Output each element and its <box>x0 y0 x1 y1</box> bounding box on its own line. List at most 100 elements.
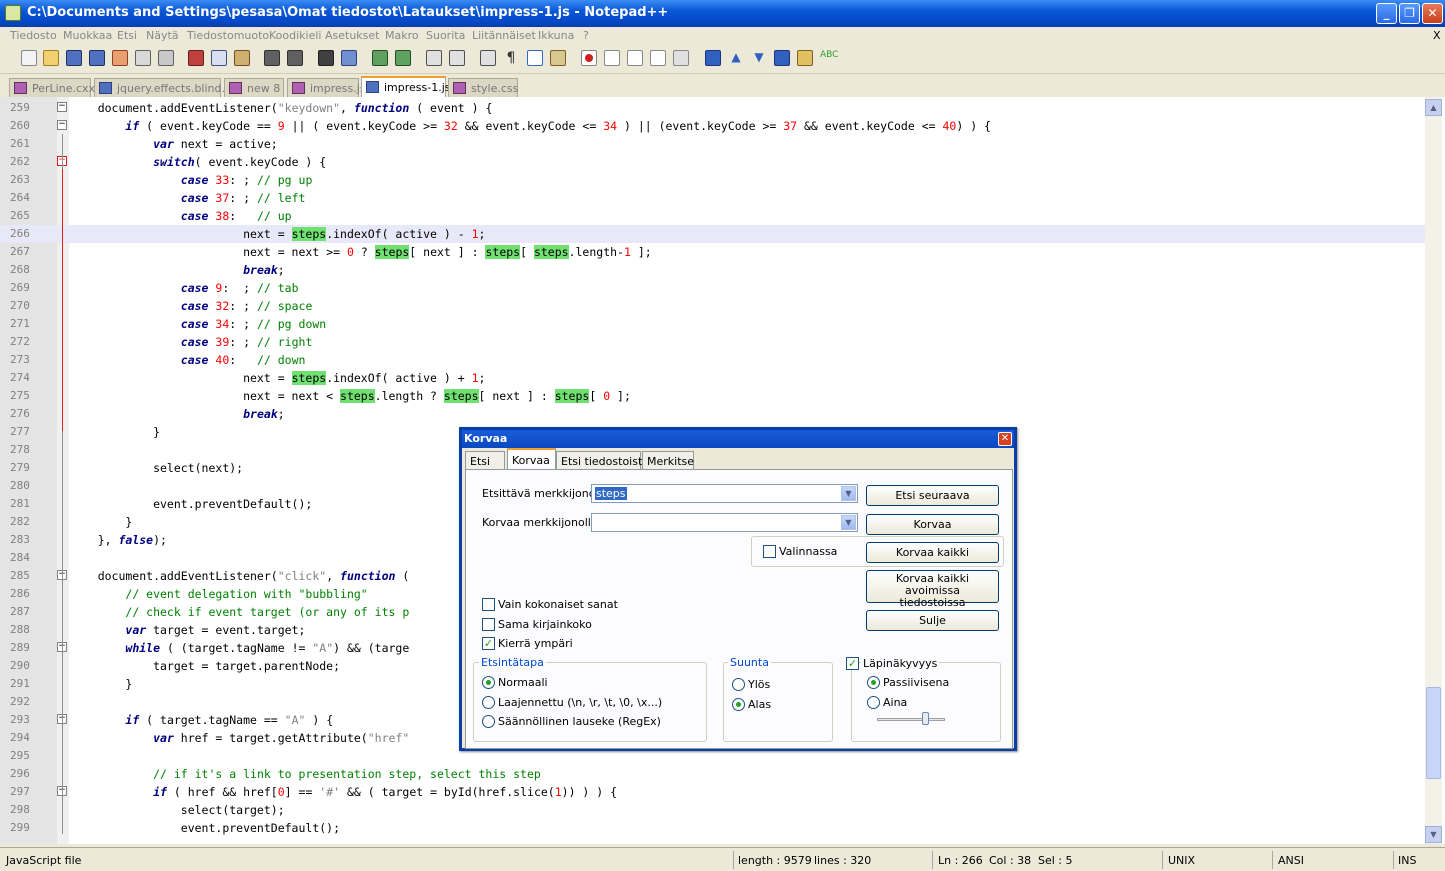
minimize-button[interactable]: _ <box>1376 3 1397 24</box>
cut-icon[interactable] <box>188 50 204 66</box>
code-line[interactable]: 272 case 39: ; // right <box>0 333 1425 351</box>
tab-new-8[interactable]: new 8 <box>224 78 284 97</box>
collapse-icon[interactable] <box>705 50 721 66</box>
replace-all-button[interactable]: Korvaa kaikki <box>866 542 999 563</box>
code-line[interactable]: 275 next = next < steps.length ? steps[ … <box>0 387 1425 405</box>
open-file-icon[interactable] <box>43 50 59 66</box>
print-icon[interactable] <box>158 50 174 66</box>
menu-search[interactable]: Etsi <box>117 29 137 42</box>
sync-vertical-icon[interactable] <box>426 50 442 66</box>
find-combobox[interactable]: steps ▼ <box>591 484 858 503</box>
transparency-checkbox[interactable]: ✓ <box>846 657 859 670</box>
menu-edit[interactable]: Muokkaa <box>63 29 112 42</box>
replace-icon[interactable] <box>341 50 357 66</box>
chevron-down-icon[interactable]: ▼ <box>841 486 856 501</box>
show-all-chars-icon[interactable]: ¶ <box>503 50 519 66</box>
code-line[interactable]: 265 case 38: // up <box>0 207 1425 225</box>
code-line[interactable]: 297− if ( href && href[0] == '#' && ( ta… <box>0 783 1425 801</box>
mode-regex-radio[interactable] <box>482 715 495 728</box>
code-line[interactable]: 274 next = steps.indexOf( active ) + 1; <box>0 369 1425 387</box>
menu-settings[interactable]: Asetukset <box>325 29 380 42</box>
in-selection-checkbox[interactable] <box>763 545 776 558</box>
code-line[interactable]: 271 case 34: ; // pg down <box>0 315 1425 333</box>
zoom-out-icon[interactable] <box>395 50 411 66</box>
code-line[interactable]: 273 case 40: // down <box>0 351 1425 369</box>
direction-down-radio[interactable] <box>732 698 745 711</box>
menu-help[interactable]: ? <box>583 29 589 42</box>
redo-icon[interactable] <box>287 50 303 66</box>
code-line[interactable]: 266 next = steps.indexOf( active ) - 1; <box>0 225 1425 243</box>
menu-format[interactable]: Tiedostomuoto <box>187 29 269 42</box>
transparency-slider-thumb[interactable] <box>922 712 929 725</box>
match-case-checkbox[interactable] <box>482 618 495 631</box>
menu-macro[interactable]: Makro <box>385 29 419 42</box>
transparency-slider-track[interactable] <box>877 718 945 721</box>
close-file-icon[interactable] <box>112 50 128 66</box>
find-next-button[interactable]: Etsi seuraava <box>866 485 999 506</box>
menu-run[interactable]: Suorita <box>426 29 465 42</box>
code-line[interactable]: 268 break; <box>0 261 1425 279</box>
save-all-icon[interactable] <box>89 50 105 66</box>
close-all-icon[interactable] <box>135 50 151 66</box>
code-line[interactable]: 259 − document.addEventListener("keydown"… <box>0 99 1425 117</box>
word-wrap-icon[interactable] <box>480 50 496 66</box>
menu-plugins[interactable]: Liitännäiset <box>472 29 536 42</box>
code-line[interactable]: 262− switch( event.keyCode ) { <box>0 153 1425 171</box>
code-line[interactable]: 264 case 37: ; // left <box>0 189 1425 207</box>
dialog-close-icon[interactable]: ✕ <box>998 432 1012 446</box>
close-button[interactable]: ✕ <box>1422 3 1443 24</box>
user-lang-icon[interactable] <box>550 50 566 66</box>
vertical-scrollbar[interactable]: ▲ ▼ <box>1425 97 1442 844</box>
code-line[interactable]: 260 − if ( event.keyCode == 9 || ( event.… <box>0 117 1425 135</box>
menu-window[interactable]: Ikkuna <box>538 29 574 42</box>
stop-macro-icon[interactable] <box>604 50 620 66</box>
copy-icon[interactable] <box>211 50 227 66</box>
tab-style-css[interactable]: style.css <box>448 78 518 97</box>
replace-button[interactable]: Korvaa <box>866 514 999 535</box>
find-icon[interactable] <box>318 50 334 66</box>
zoom-in-icon[interactable] <box>372 50 388 66</box>
scroll-thumb[interactable] <box>1426 687 1441 779</box>
sync-horizontal-icon[interactable] <box>449 50 465 66</box>
arrow-up-icon[interactable]: ▲ <box>728 50 744 66</box>
direction-up-radio[interactable] <box>732 678 745 691</box>
plugin-icon[interactable] <box>797 50 813 66</box>
code-line[interactable]: 270 case 32: ; // space <box>0 297 1425 315</box>
menu-file[interactable]: Tiedosto <box>10 29 57 42</box>
tab-jquery-effects-blind[interactable]: jquery.effects.blind.js <box>94 78 234 97</box>
save-icon[interactable] <box>66 50 82 66</box>
play-macro-icon[interactable] <box>627 50 643 66</box>
wrap-around-checkbox[interactable]: ✓ <box>482 637 495 650</box>
code-line[interactable]: 267 next = next >= 0 ? steps[ next ] : s… <box>0 243 1425 261</box>
code-line[interactable]: 296 // if it's a link to presentation st… <box>0 765 1425 783</box>
tab-replace[interactable]: Korvaa <box>507 448 556 470</box>
fold-toggle-icon[interactable]: − <box>57 120 67 130</box>
code-line[interactable]: 298 select(target); <box>0 801 1425 819</box>
menu-view[interactable]: Näytä <box>146 29 179 42</box>
paste-icon[interactable] <box>234 50 250 66</box>
tab-mark[interactable]: Merkitse <box>642 451 694 469</box>
tab-perline[interactable]: PerLine.cxx <box>9 78 95 97</box>
run-macro-multiple-icon[interactable] <box>650 50 666 66</box>
scroll-down-arrow[interactable]: ▼ <box>1425 826 1442 843</box>
close-dialog-button[interactable]: Sulje <box>866 610 999 631</box>
tab-impress[interactable]: impress.js <box>287 78 366 97</box>
undo-icon[interactable] <box>264 50 280 66</box>
tab-find[interactable]: Etsi <box>465 451 505 469</box>
code-line[interactable]: 299 event.preventDefault(); <box>0 819 1425 837</box>
menu-close-doc[interactable]: X <box>1433 29 1441 42</box>
dialog-title-bar[interactable]: Korvaa <box>462 430 1014 448</box>
scroll-up-arrow[interactable]: ▲ <box>1425 99 1442 116</box>
tab-find-in-files[interactable]: Etsi tiedostoista <box>556 451 649 469</box>
code-line[interactable]: 276 break; <box>0 405 1425 423</box>
transparency-inactive-radio[interactable] <box>867 676 880 689</box>
expand-icon[interactable] <box>774 50 790 66</box>
menu-language[interactable]: Koodikieli <box>269 29 321 42</box>
replace-combobox[interactable]: ▼ <box>591 513 858 532</box>
code-line[interactable]: 269 case 9: ; // tab <box>0 279 1425 297</box>
mode-extended-radio[interactable] <box>482 696 495 709</box>
tab-impress-1[interactable]: impress-1.js <box>361 76 451 97</box>
whole-word-checkbox[interactable] <box>482 598 495 611</box>
replace-all-open-docs-button[interactable]: Korvaa kaikki avoimissa tiedostoissa <box>866 570 999 609</box>
chevron-down-icon[interactable]: ▼ <box>841 515 856 530</box>
